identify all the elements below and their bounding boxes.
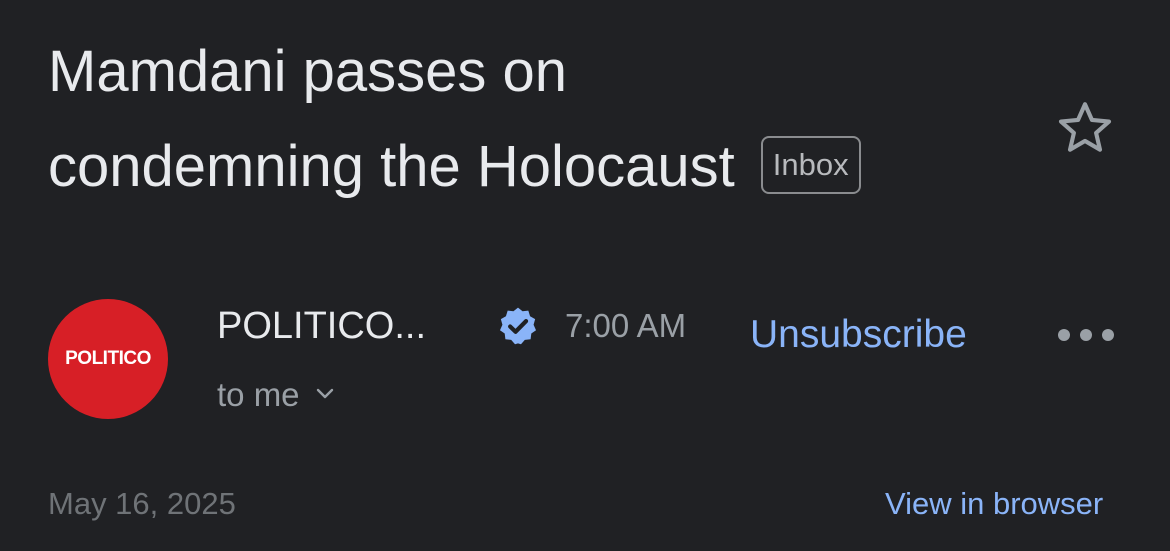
- view-in-browser-link[interactable]: View in browser: [885, 484, 1103, 524]
- email-date: May 16, 2025: [48, 486, 236, 521]
- inbox-label-badge[interactable]: Inbox: [760, 135, 861, 194]
- subject-line-2: condemning the Holocaust Inbox: [48, 119, 1048, 214]
- chevron-down-icon: [316, 389, 333, 399]
- recipient-text: to me: [217, 376, 300, 413]
- more-dot: [1102, 329, 1114, 341]
- verified-badge-icon: [499, 307, 537, 345]
- subject-line-2-text: condemning the Holocaust: [48, 134, 735, 199]
- more-options-icon[interactable]: [1058, 320, 1114, 350]
- more-dot: [1080, 329, 1092, 341]
- recipient-toggle[interactable]: to me: [217, 374, 334, 416]
- email-subject: Mamdani passes on condemning the Holocau…: [48, 24, 1048, 214]
- avatar-logo-text: POLITICO: [65, 348, 151, 369]
- more-dot: [1058, 329, 1070, 341]
- sender-avatar[interactable]: POLITICO: [48, 299, 168, 419]
- sender-name[interactable]: POLITICO...: [217, 303, 426, 349]
- email-time: 7:00 AM: [565, 307, 687, 344]
- subject-line-1: Mamdani passes on: [48, 39, 568, 104]
- star-icon[interactable]: [1054, 97, 1116, 159]
- unsubscribe-link[interactable]: Unsubscribe: [750, 312, 967, 358]
